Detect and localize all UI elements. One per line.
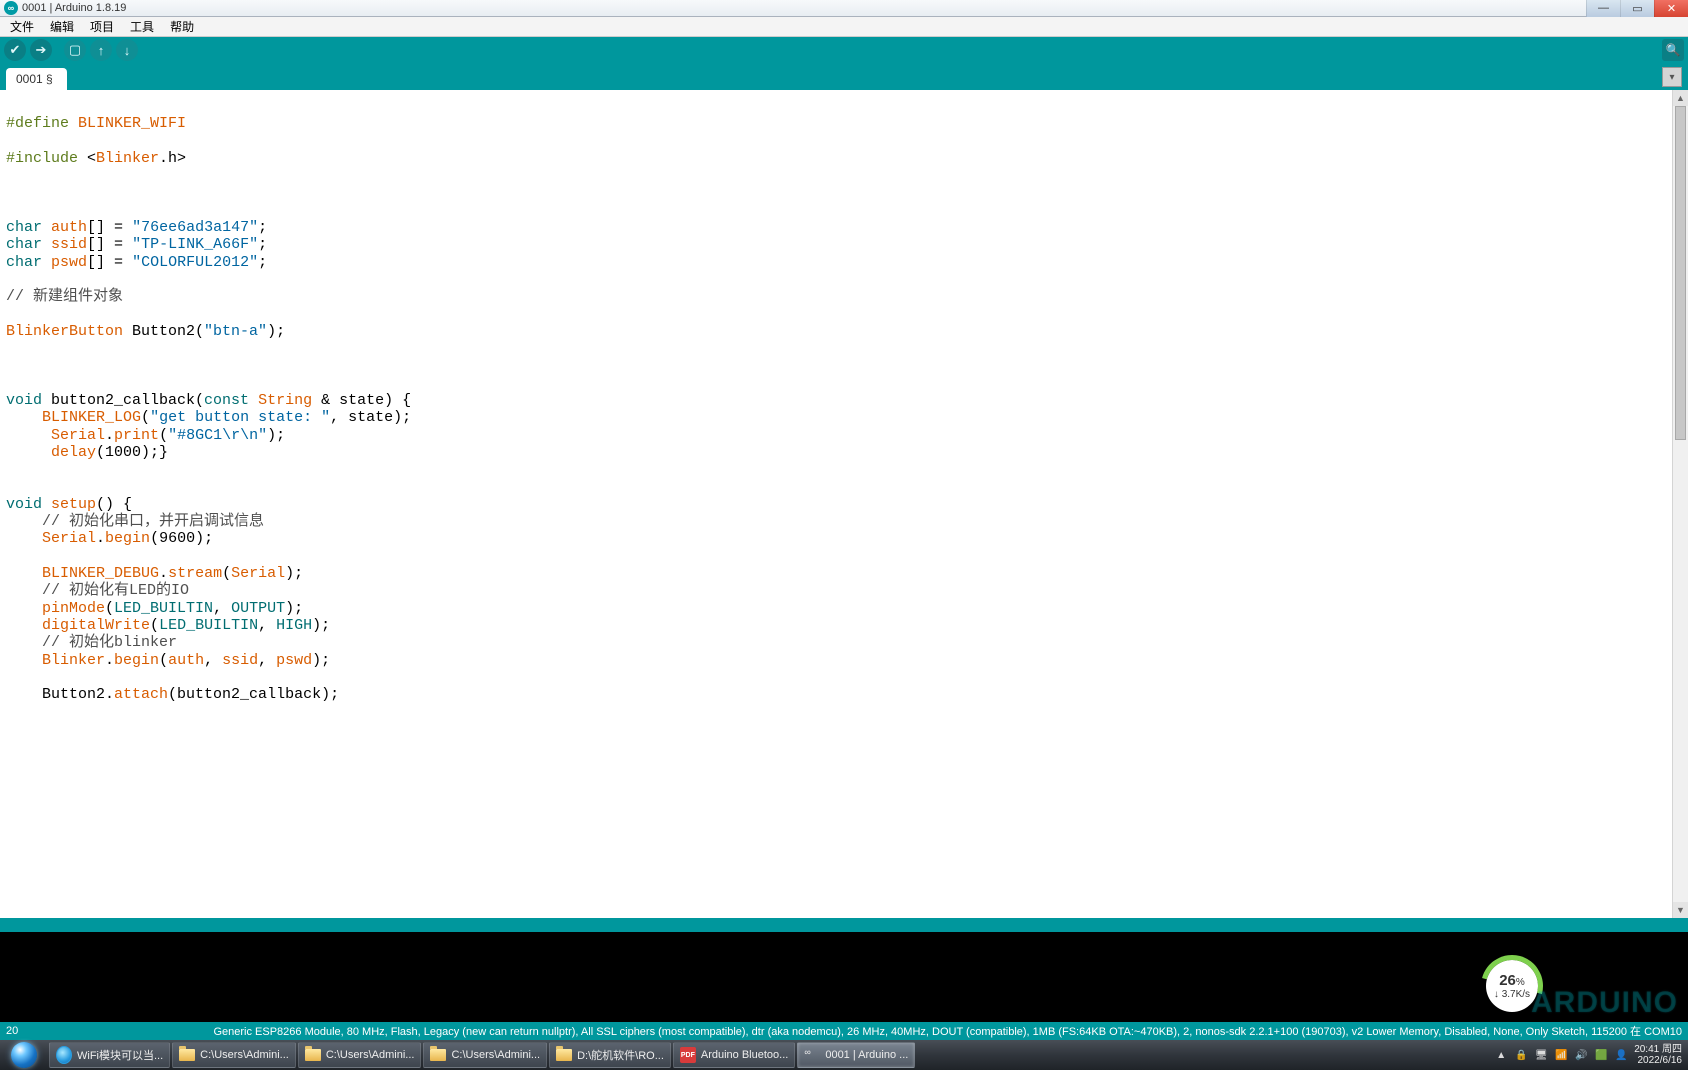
toolbar: ✔ ➔ ▢ ↑ ↓ 🔍 [0, 37, 1688, 63]
speed-gauge-widget[interactable]: 26% ↓ 3.7K/s [1486, 960, 1538, 1012]
pdf-icon: PDF [680, 1047, 696, 1063]
taskbar-item-folder-4[interactable]: D:\舵机软件\RO... [549, 1042, 671, 1068]
system-clock[interactable]: 20:41 周四 2022/6/16 [1634, 1044, 1682, 1066]
window-titlebar: ∞ 0001 | Arduino 1.8.19 — ▭ ✕ [0, 0, 1688, 17]
minimize-button[interactable]: — [1586, 0, 1620, 17]
serial-monitor-button[interactable]: 🔍 [1662, 39, 1684, 61]
menu-edit[interactable]: 编辑 [44, 18, 80, 35]
board-info: Generic ESP8266 Module, 80 MHz, Flash, L… [213, 1023, 1682, 1039]
new-button[interactable]: ▢ [64, 39, 86, 61]
tray-icon-1[interactable]: 🔒 [1514, 1048, 1528, 1062]
upload-button[interactable]: ➔ [30, 39, 52, 61]
menu-tools[interactable]: 工具 [124, 18, 160, 35]
output-console[interactable] [0, 932, 1688, 1022]
scroll-track[interactable] [1673, 106, 1688, 902]
taskbar-item-folder-2[interactable]: C:\Users\Admini... [298, 1042, 422, 1068]
taskbar-item-folder-1[interactable]: C:\Users\Admini... [172, 1042, 296, 1068]
menu-sketch[interactable]: 项目 [84, 18, 120, 35]
network-icon[interactable]: 📶 [1554, 1048, 1568, 1062]
close-button[interactable]: ✕ [1654, 0, 1688, 17]
folder-icon [305, 1049, 321, 1061]
taskbar-item-folder-3[interactable]: C:\Users\Admini... [423, 1042, 547, 1068]
menu-help[interactable]: 帮助 [164, 18, 200, 35]
maximize-button[interactable]: ▭ [1620, 0, 1654, 17]
tab-dropdown[interactable]: ▾ [1662, 67, 1682, 87]
window-title: 0001 | Arduino 1.8.19 [22, 2, 126, 14]
folder-icon [430, 1049, 446, 1061]
arduino-icon: ∞ [804, 1047, 820, 1063]
verify-button[interactable]: ✔ [4, 39, 26, 61]
taskbar-item-pdf[interactable]: PDF Arduino Bluetoo... [673, 1042, 795, 1068]
code-editor[interactable]: #define BLINKER_WIFI #include <Blinker.h… [0, 90, 1672, 918]
ie-icon [56, 1046, 72, 1064]
system-tray: ▲ 🔒 🖥 📶 🔊 🟩 👤 20:41 周四 2022/6/16 [1488, 1044, 1688, 1066]
taskbar-item-ie[interactable]: WiFi模块可以当... [49, 1042, 170, 1068]
line-number: 20 [6, 1025, 18, 1037]
menu-file[interactable]: 文件 [4, 18, 40, 35]
open-button[interactable]: ↑ [90, 39, 112, 61]
tab-0001[interactable]: 0001 § [6, 68, 67, 90]
folder-icon [556, 1049, 572, 1061]
tray-icon-6[interactable]: 👤 [1614, 1048, 1628, 1062]
scroll-thumb[interactable] [1675, 106, 1686, 440]
code-editor-area: #define BLINKER_WIFI #include <Blinker.h… [0, 90, 1688, 918]
tray-icon-2[interactable]: 🖥 [1534, 1048, 1548, 1062]
vertical-scrollbar[interactable]: ▲ ▼ [1672, 90, 1688, 918]
windows-orb-icon [11, 1042, 37, 1068]
taskbar-item-arduino[interactable]: ∞ 0001 | Arduino ... [797, 1042, 915, 1068]
tray-expand-icon[interactable]: ▲ [1494, 1048, 1508, 1062]
start-button[interactable] [0, 1040, 48, 1070]
folder-icon [179, 1049, 195, 1061]
menu-bar: 文件 编辑 项目 工具 帮助 [0, 17, 1688, 37]
scroll-down-arrow[interactable]: ▼ [1673, 902, 1688, 918]
windows-taskbar: WiFi模块可以当... C:\Users\Admini... C:\Users… [0, 1040, 1688, 1070]
save-button[interactable]: ↓ [116, 39, 138, 61]
volume-icon[interactable]: 🔊 [1574, 1048, 1588, 1062]
app-icon: ∞ [4, 1, 18, 15]
tab-strip: 0001 § ▾ [0, 63, 1688, 90]
tray-icon-5[interactable]: 🟩 [1594, 1048, 1608, 1062]
console-header [0, 918, 1688, 932]
status-bar: 20 Generic ESP8266 Module, 80 MHz, Flash… [0, 1022, 1688, 1040]
scroll-up-arrow[interactable]: ▲ [1673, 90, 1688, 106]
